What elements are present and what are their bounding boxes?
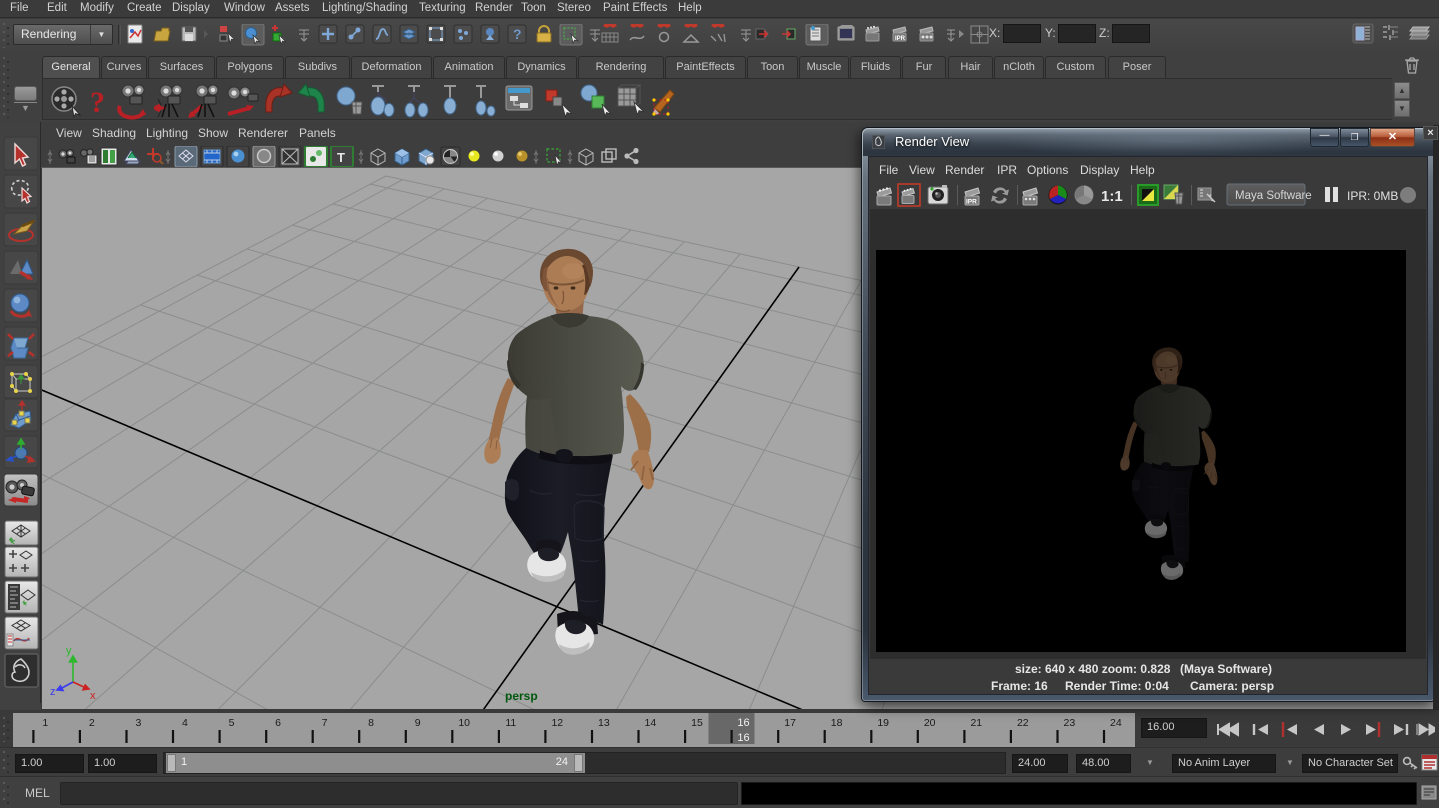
svg-text:23: 23 xyxy=(1064,717,1076,729)
svg-text:Maya Software: Maya Software xyxy=(1235,190,1312,202)
svg-text:?: ? xyxy=(513,26,522,42)
svg-text:7: 7 xyxy=(322,717,328,729)
svg-text:16: 16 xyxy=(737,732,749,744)
svg-text:2: 2 xyxy=(89,717,95,729)
svg-text:13: 13 xyxy=(598,717,610,729)
svg-text:T: T xyxy=(337,150,345,165)
svg-text:IPR: 0MB: IPR: 0MB xyxy=(1347,189,1398,203)
svg-text:14: 14 xyxy=(645,717,657,729)
svg-text:18: 18 xyxy=(831,717,843,729)
svg-text:IPR: IPR xyxy=(966,199,977,206)
svg-text:17: 17 xyxy=(784,717,796,729)
svg-text:y: y xyxy=(66,645,72,657)
svg-text:x: x xyxy=(90,690,96,702)
svg-text:6: 6 xyxy=(275,717,281,729)
svg-text:5: 5 xyxy=(229,717,235,729)
svg-text:4: 4 xyxy=(182,717,188,729)
svg-text:20: 20 xyxy=(924,717,936,729)
svg-text:19: 19 xyxy=(877,717,889,729)
svg-text:12: 12 xyxy=(551,717,563,729)
svg-text:8: 8 xyxy=(368,717,374,729)
svg-text:24: 24 xyxy=(1110,717,1122,729)
svg-text:21: 21 xyxy=(970,717,982,729)
svg-text:1:1: 1:1 xyxy=(1101,188,1123,205)
svg-text:11: 11 xyxy=(505,717,516,729)
svg-text:z: z xyxy=(50,686,56,698)
svg-text:?: ? xyxy=(90,86,105,119)
svg-text:16: 16 xyxy=(737,717,749,729)
svg-text:9: 9 xyxy=(415,717,421,729)
svg-text:IPR: IPR xyxy=(895,36,906,42)
svg-text:22: 22 xyxy=(1017,717,1029,729)
svg-text:10: 10 xyxy=(458,717,470,729)
svg-text:persp: persp xyxy=(505,689,538,703)
svg-text:15: 15 xyxy=(691,717,703,729)
svg-text:1: 1 xyxy=(42,717,48,729)
svg-text:3: 3 xyxy=(135,717,141,729)
